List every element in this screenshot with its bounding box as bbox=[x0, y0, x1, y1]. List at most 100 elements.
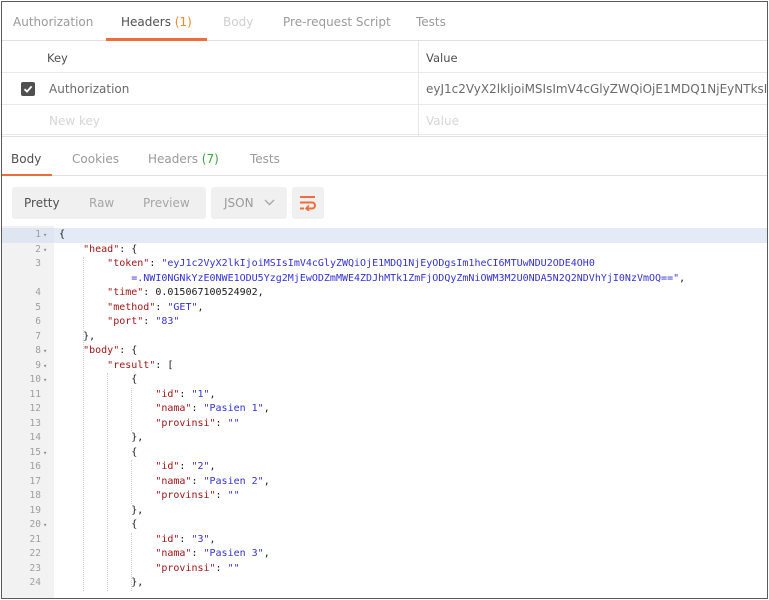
tab-body[interactable]: Body bbox=[223, 15, 253, 29]
tab-label: Headers bbox=[121, 15, 171, 29]
preview-button[interactable]: Preview bbox=[143, 196, 190, 210]
fold-toggle-icon[interactable]: ▾ bbox=[43, 446, 47, 461]
check-icon bbox=[23, 85, 33, 93]
response-body-editor[interactable]: { "head": { "token": "eyJ1c2VyX2lkIjoiMS… bbox=[2, 226, 767, 598]
line-number-text: 23 bbox=[29, 562, 41, 574]
tab-pre-request-script[interactable]: Pre-request Script bbox=[283, 15, 391, 29]
code-line: }, bbox=[59, 330, 96, 342]
code-line: "method": "GET", bbox=[107, 301, 204, 313]
line-number: 14 bbox=[2, 431, 54, 446]
line-number-text: 1 bbox=[35, 229, 41, 240]
tab-label: Cookies bbox=[72, 152, 119, 166]
postman-window: Authorization Headers (1) Body Pre-reque… bbox=[1, 1, 768, 599]
format-select-value: JSON bbox=[224, 196, 254, 210]
pretty-button[interactable]: Pretty bbox=[24, 196, 60, 210]
response-toolbar: Pretty Raw Preview JSON bbox=[2, 176, 767, 226]
active-line-highlight bbox=[2, 228, 767, 243]
code-line: }, bbox=[59, 432, 144, 443]
tab-response-body[interactable]: Body bbox=[11, 152, 41, 166]
line-number: 12 bbox=[2, 402, 54, 417]
fold-toggle-icon[interactable]: ▾ bbox=[43, 373, 47, 388]
line-number-text: 10 bbox=[29, 374, 41, 385]
request-tabs: Authorization Headers (1) Body Pre-reque… bbox=[2, 2, 767, 41]
wrap-lines-button[interactable] bbox=[292, 187, 324, 219]
tab-label: Authorization bbox=[13, 15, 94, 29]
line-number-text: 18 bbox=[29, 490, 41, 501]
fold-toggle-icon[interactable]: ▾ bbox=[43, 518, 47, 533]
code-line: "nama": "Pasien 2", bbox=[155, 475, 270, 487]
tab-label: Headers bbox=[148, 152, 198, 166]
line-number-text: 13 bbox=[29, 417, 41, 429]
line-number bbox=[2, 272, 54, 287]
headers-table: Key Value Authorization eyJ1c2VyX2lkIjoi… bbox=[2, 41, 767, 136]
line-number: 4 bbox=[2, 286, 54, 301]
format-select[interactable]: JSON bbox=[211, 187, 287, 219]
line-number-text: 15 bbox=[29, 446, 41, 458]
code-line: "token": "eyJ1c2VyX2lkIjoiMSIsImV4cGlyZW… bbox=[107, 258, 595, 269]
tab-headers[interactable]: Headers (1) bbox=[121, 15, 192, 29]
line-number: 6 bbox=[2, 315, 54, 330]
tab-tests[interactable]: Tests bbox=[416, 15, 446, 29]
new-key-input[interactable]: New key bbox=[49, 114, 100, 128]
view-mode-group: Pretty Raw Preview bbox=[12, 187, 206, 219]
line-number: 13 bbox=[2, 417, 54, 432]
line-number: 23 bbox=[2, 562, 54, 577]
line-number-text: 7 bbox=[35, 330, 41, 342]
code-line: "result": [ bbox=[107, 359, 174, 371]
tab-label: Body bbox=[223, 15, 254, 29]
line-number: 1 ▾ bbox=[2, 228, 54, 243]
header-value-input[interactable]: eyJ1c2VyX2lkIjoiMSIsImV4cGlyZWQiOjE1MDQ1… bbox=[426, 82, 767, 96]
fold-toggle-icon[interactable]: ▾ bbox=[43, 243, 47, 258]
line-number-text: 24 bbox=[29, 577, 41, 588]
code-line: "nama": "Pasien 1", bbox=[155, 403, 270, 414]
line-number: 8 ▾ bbox=[2, 344, 54, 359]
new-value-input[interactable]: Value bbox=[426, 114, 459, 128]
code-line: "provinsi": "" bbox=[155, 490, 240, 501]
tab-count: (7) bbox=[201, 152, 219, 166]
line-number: 20 ▾ bbox=[2, 518, 54, 533]
code-line: "provinsi": "" bbox=[155, 417, 240, 429]
code-line: "id": "2", bbox=[155, 461, 216, 472]
header-key-input[interactable]: Authorization bbox=[49, 82, 129, 96]
code-line: "head": { bbox=[83, 243, 138, 255]
line-number-text: 8 bbox=[35, 345, 41, 356]
fold-toggle-icon[interactable]: ▾ bbox=[43, 344, 47, 359]
table-row: Authorization eyJ1c2VyX2lkIjoiMSIsImV4cG… bbox=[2, 73, 767, 105]
tab-authorization[interactable]: Authorization bbox=[13, 15, 93, 29]
code-line: "nama": "Pasien 3", bbox=[155, 548, 270, 559]
line-number: 2 ▾ bbox=[2, 243, 54, 258]
fold-toggle-icon[interactable]: ▾ bbox=[43, 359, 47, 374]
tab-response-headers[interactable]: Headers (7) bbox=[148, 152, 219, 166]
key-column-header: Key bbox=[47, 51, 68, 65]
tab-cookies[interactable]: Cookies bbox=[72, 152, 119, 166]
line-number: 16 bbox=[2, 460, 54, 475]
tab-count: (1) bbox=[174, 15, 192, 29]
fold-toggle-icon[interactable]: ▾ bbox=[43, 228, 47, 243]
new-header-row: New key Value bbox=[2, 105, 767, 135]
line-number-text: 17 bbox=[29, 475, 41, 487]
code-line: "id": "3", bbox=[155, 533, 216, 545]
line-number-text: 5 bbox=[35, 301, 41, 313]
tab-label: Body bbox=[11, 152, 42, 166]
line-number: 18 bbox=[2, 489, 54, 504]
tab-test-results[interactable]: Tests bbox=[250, 152, 280, 166]
line-number-text: 12 bbox=[29, 403, 41, 414]
line-number-text: 4 bbox=[35, 287, 41, 298]
code-line: { bbox=[59, 519, 138, 530]
table-header-row: Key Value bbox=[2, 41, 767, 73]
code-line: }, bbox=[59, 504, 144, 516]
line-number: 10 ▾ bbox=[2, 373, 54, 388]
tab-label: Tests bbox=[416, 15, 446, 29]
chevron-down-icon bbox=[264, 199, 275, 206]
code-line: "body": { bbox=[83, 345, 138, 356]
line-number: 9 ▾ bbox=[2, 359, 54, 374]
line-number-text: 20 bbox=[29, 519, 41, 530]
line-number: 17 bbox=[2, 475, 54, 490]
raw-button[interactable]: Raw bbox=[89, 196, 114, 210]
line-number: 21 bbox=[2, 533, 54, 548]
header-enabled-checkbox[interactable] bbox=[21, 82, 35, 96]
line-number-text: 16 bbox=[29, 461, 41, 472]
line-number-text: 22 bbox=[29, 548, 41, 559]
code-line: { bbox=[59, 229, 66, 240]
line-number: 5 bbox=[2, 301, 54, 316]
